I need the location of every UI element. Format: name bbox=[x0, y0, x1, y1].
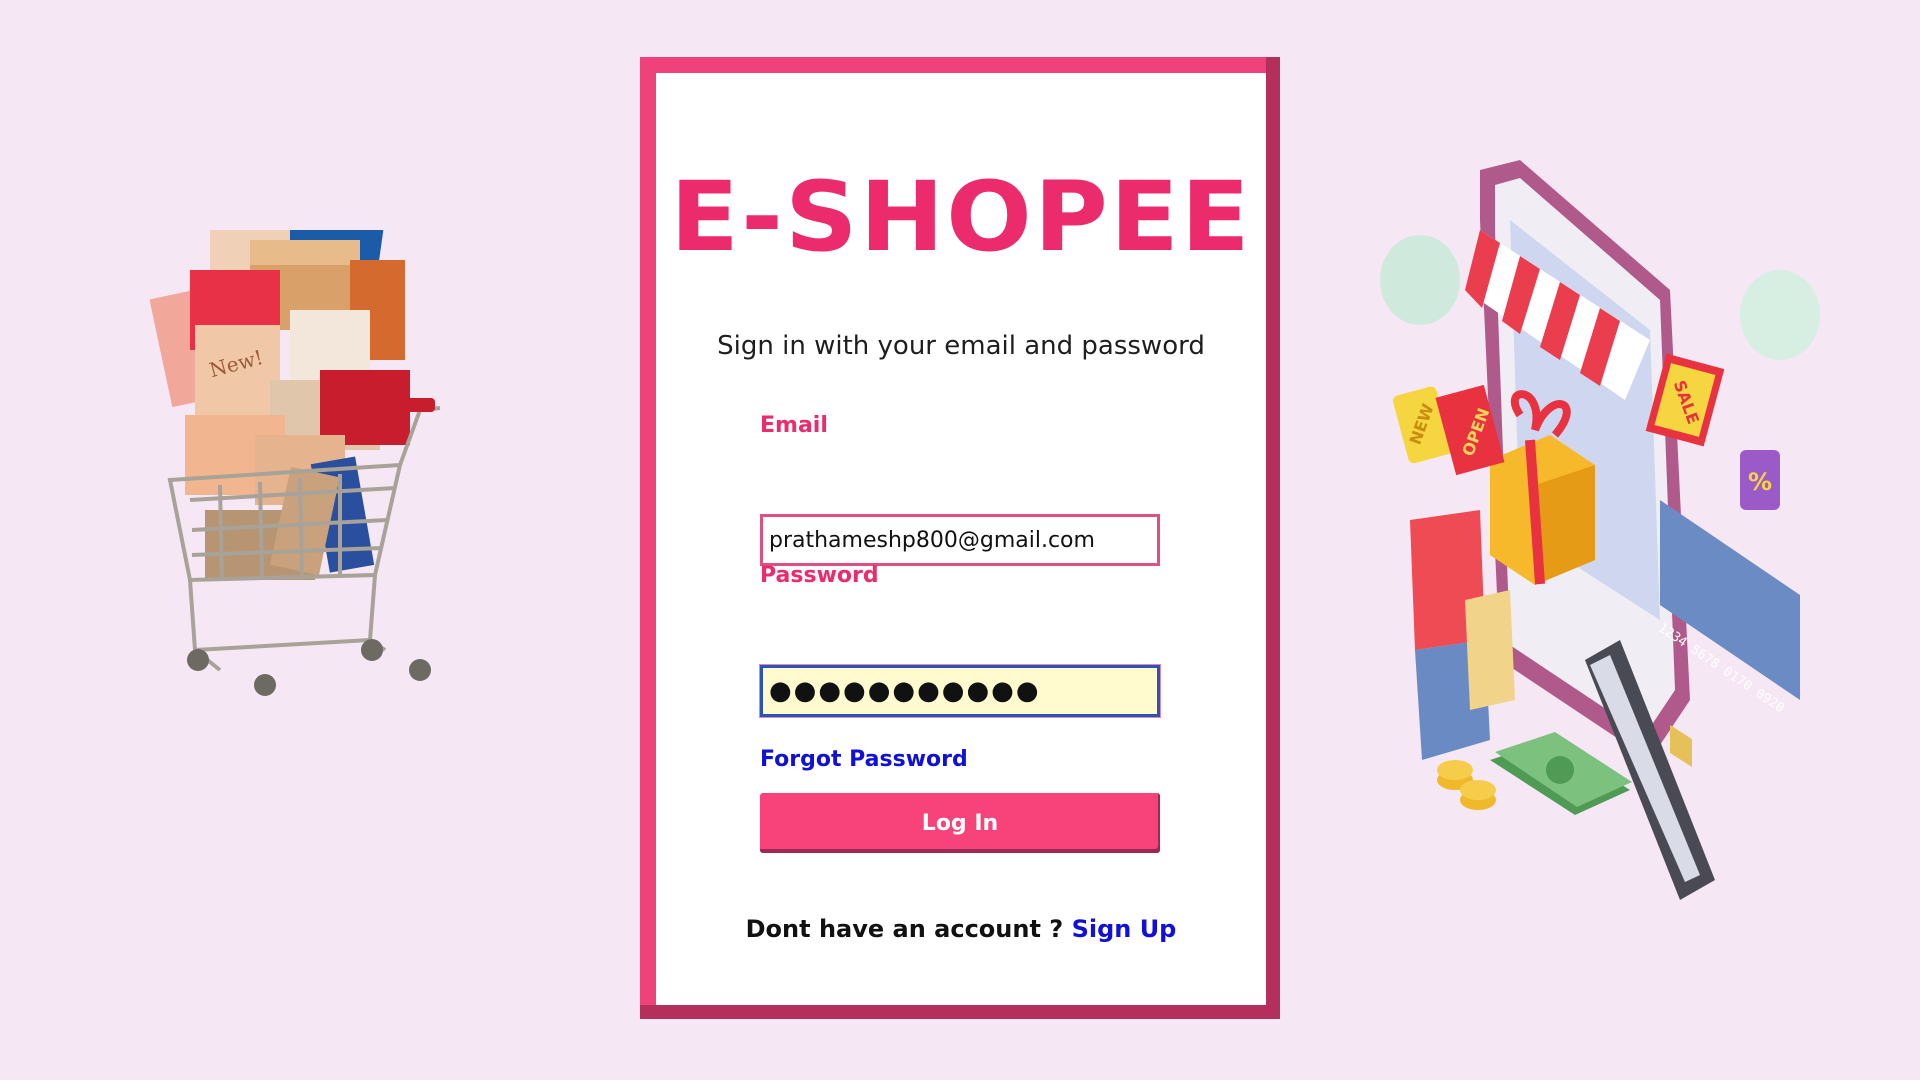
signup-link[interactable]: Sign Up bbox=[1072, 915, 1177, 943]
forgot-password-link[interactable]: Forgot Password bbox=[760, 747, 968, 772]
brand-title: E-SHOPEE bbox=[670, 161, 1252, 273]
shopping-cart-illustration: New! bbox=[150, 230, 441, 696]
email-input[interactable] bbox=[760, 514, 1160, 566]
signin-subtitle: Sign in with your email and password bbox=[717, 331, 1205, 361]
signup-prompt-text: Dont have an account ? bbox=[745, 915, 1072, 943]
login-card: E-SHOPEE Sign in with your email and pas… bbox=[656, 73, 1266, 1005]
login-button[interactable]: Log In bbox=[760, 793, 1160, 853]
phone-store-illustration: NEW OPEN SALE % 1234 5678 0170 0920 bbox=[1380, 160, 1820, 900]
percent-sign: % bbox=[1740, 450, 1780, 510]
credit-card: 1234 5678 0170 0920 bbox=[1655, 500, 1800, 768]
signup-prompt: Dont have an account ? Sign Up bbox=[656, 915, 1266, 943]
login-card-frame: E-SHOPEE Sign in with your email and pas… bbox=[640, 57, 1280, 1019]
password-input[interactable] bbox=[760, 665, 1160, 717]
email-label: Email bbox=[760, 413, 828, 438]
svg-text:%: % bbox=[1748, 468, 1772, 496]
password-label: Password bbox=[760, 563, 879, 588]
